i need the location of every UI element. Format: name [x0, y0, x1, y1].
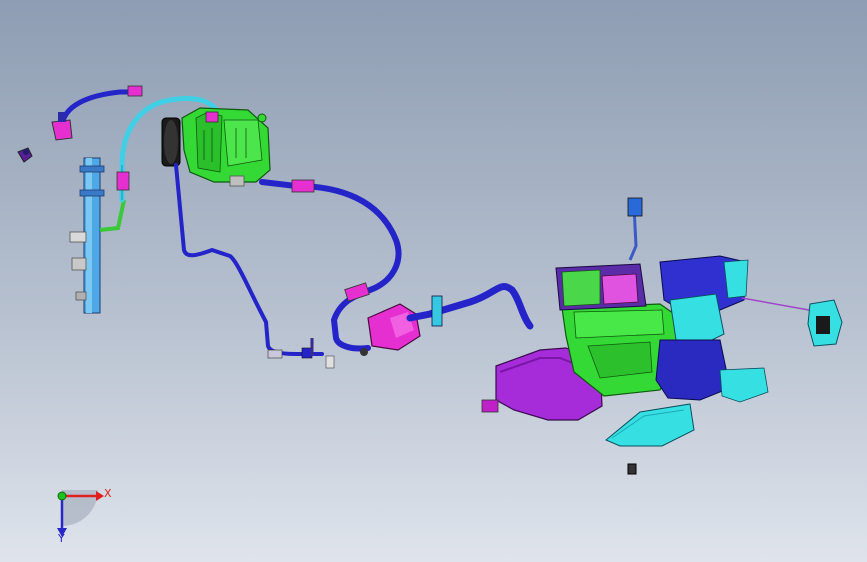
triad-origin — [57, 491, 67, 501]
evaporator-pipe[interactable] — [406, 283, 534, 330]
hose-clip-part[interactable] — [17, 147, 33, 163]
hvac-module[interactable] — [481, 197, 843, 475]
x-axis-label: X — [104, 487, 112, 500]
3d-model-viewport[interactable]: X Y — [0, 0, 867, 562]
condenser-receiver[interactable] — [69, 157, 126, 314]
coordinate-triad — [57, 490, 104, 537]
y-axis-label: Y — [58, 532, 65, 545]
ac-system-assembly[interactable] — [0, 0, 867, 562]
liquid-line-long[interactable] — [174, 163, 335, 369]
